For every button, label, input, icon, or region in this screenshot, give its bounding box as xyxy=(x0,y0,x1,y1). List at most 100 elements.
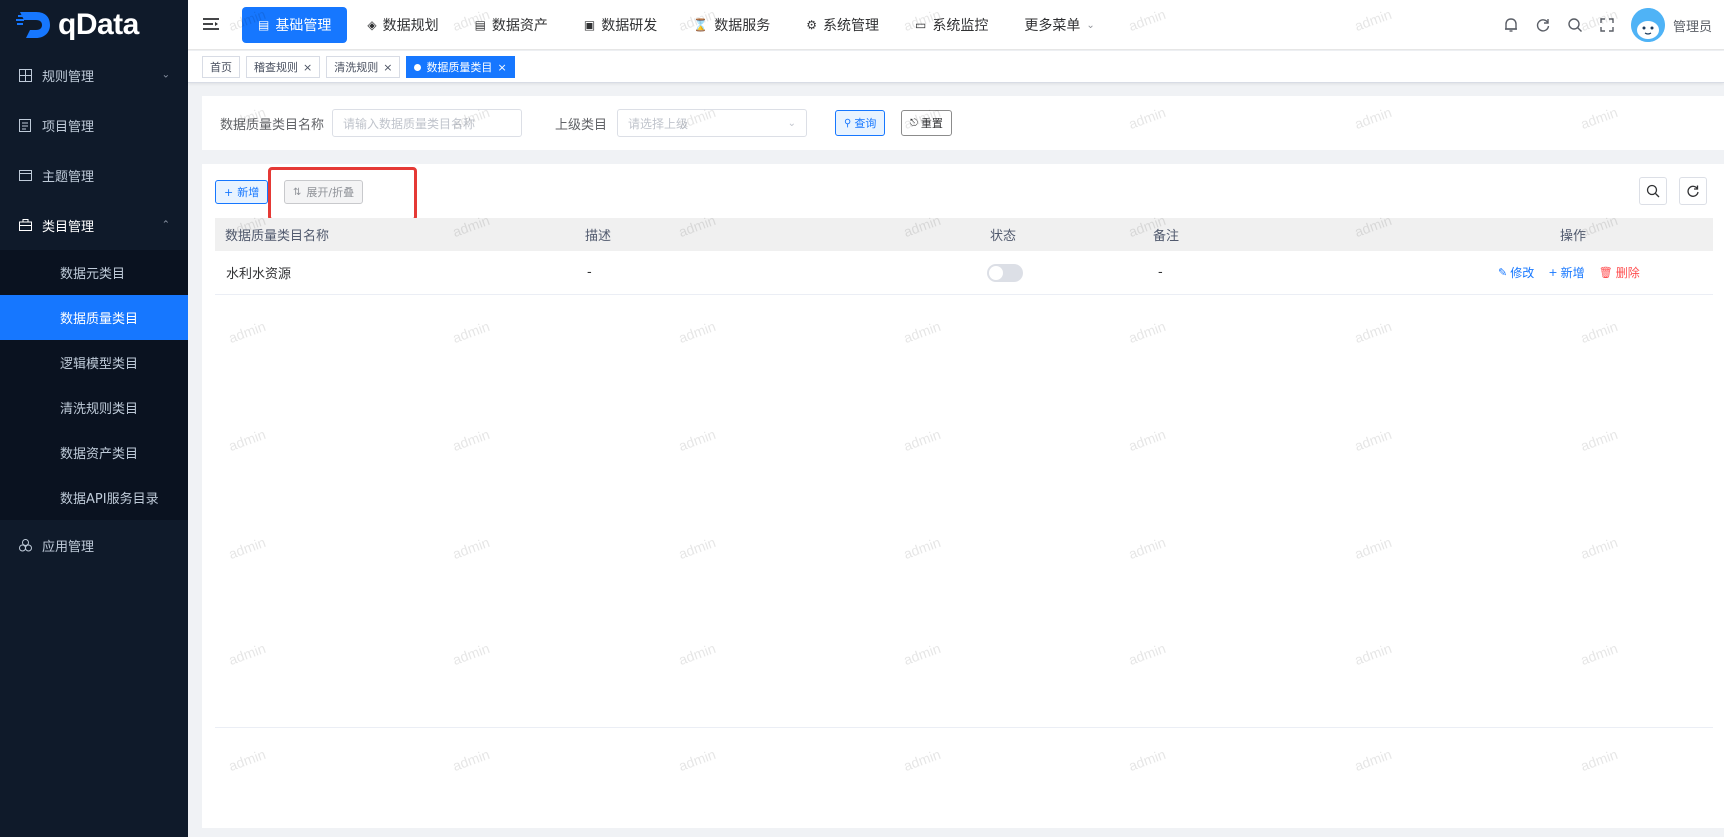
switch-knob xyxy=(989,265,1003,280)
tag-home[interactable]: 首页 xyxy=(202,56,240,78)
delete-button[interactable]: 🗑 删除 xyxy=(1599,264,1640,281)
plus-icon: + xyxy=(224,185,234,199)
search-icon[interactable] xyxy=(1565,15,1585,35)
sidebar-item-label: 主题管理 xyxy=(42,169,95,185)
topnav-data-services[interactable]: ⌛ 数据服务 xyxy=(677,7,786,43)
refresh-button[interactable] xyxy=(1679,177,1707,205)
cell-desc: - xyxy=(587,265,592,280)
topnav-data-planning[interactable]: ◈ 数据规划 xyxy=(351,7,454,43)
name-label: 数据质量类目名称 xyxy=(220,118,325,133)
document-icon xyxy=(18,118,32,132)
tag-data-quality-category[interactable]: 数据质量类目 × xyxy=(406,56,515,78)
active-dot-icon xyxy=(414,63,422,71)
topnav-system-monitor[interactable]: ▭ 系统监控 xyxy=(899,7,1004,43)
close-icon[interactable]: × xyxy=(303,61,312,74)
tag-audit-rules[interactable]: 稽查规则 × xyxy=(246,56,321,78)
table-divider xyxy=(215,727,1713,728)
refresh-icon xyxy=(1687,185,1699,197)
top-right-tools: 管理员 xyxy=(1489,0,1712,50)
add-label: 新增 xyxy=(237,186,260,199)
sidebar-item-rules[interactable]: 规则管理 ⌄ xyxy=(0,50,188,100)
cell-remark: - xyxy=(1158,265,1163,280)
tag-label: 数据质量类目 xyxy=(426,61,493,74)
parent-select[interactable]: 请选择上级 ⌄ xyxy=(617,109,807,137)
hourglass-icon: ⌛ xyxy=(693,18,709,32)
sidebar-item-label: 规则管理 xyxy=(42,69,95,85)
close-icon[interactable]: × xyxy=(497,61,506,74)
table-row: 水利水资源 - - ✎ 修改 + 新增 🗑 删除 xyxy=(215,251,1713,295)
topbar: ▤ 基础管理 ◈ 数据规划 ▤ 数据资产 ▣ 数据研发 ⌛ 数据服务 ⚙ 系统管… xyxy=(188,0,1724,50)
monitor-icon: ▭ xyxy=(914,18,927,32)
sidebar-subitem-logic-model[interactable]: 逻辑模型类目 xyxy=(0,340,188,385)
reset-icon: ⎋ xyxy=(910,117,918,129)
reset-button[interactable]: ⎋ 重置 xyxy=(901,110,952,136)
main-panel: + 新增 ⇅ 展开/折叠 数据质量类目名称 描述 状态 备注 操作 水利水资源 … xyxy=(202,164,1724,828)
topnav-label: 系统监控 xyxy=(932,18,989,34)
top-navigation: ▤ 基础管理 ◈ 数据规划 ▤ 数据资产 ▣ 数据研发 ⌛ 数据服务 ⚙ 系统管… xyxy=(242,6,1115,44)
avatar[interactable] xyxy=(1630,8,1665,42)
sidebar-item-apps[interactable]: 应用管理 xyxy=(0,520,188,570)
column-header: 状态 xyxy=(990,229,1017,244)
status-switch[interactable] xyxy=(987,263,1023,282)
sidebar-subitem-api-service[interactable]: 数据API服务目录 xyxy=(0,475,188,520)
search-icon xyxy=(1646,184,1660,198)
chevron-down-icon: ⌄ xyxy=(161,69,170,81)
sidebar-item-label: 项目管理 xyxy=(42,119,95,135)
column-header: 备注 xyxy=(1153,229,1180,244)
sidebar-subitem-data-element[interactable]: 数据元类目 xyxy=(0,250,188,295)
search-form: 数据质量类目名称 请输入数据质量类目名称 上级类目 请选择上级 ⌄ ⚲ 查询 ⎋… xyxy=(202,96,1724,150)
topnav-label: 数据研发 xyxy=(601,18,658,34)
column-header: 操作 xyxy=(1560,229,1587,244)
bell-icon[interactable] xyxy=(1501,15,1521,35)
toggle-search-button[interactable] xyxy=(1639,177,1667,205)
add-button[interactable]: + 新增 xyxy=(215,180,269,204)
layout-icon: ▤ xyxy=(258,18,270,32)
query-button[interactable]: ⚲ 查询 xyxy=(835,110,886,136)
sidebar-item-categories[interactable]: 类目管理 ⌃ xyxy=(0,200,188,250)
refresh-icon[interactable] xyxy=(1533,15,1553,35)
calendar-icon xyxy=(18,168,32,182)
search-icon: ⚲ xyxy=(844,117,852,129)
user-name[interactable]: 管理员 xyxy=(1673,16,1712,35)
tags-list: 首页 稽查规则 × 清洗规则 × 数据质量类目 × xyxy=(202,56,521,78)
fullscreen-icon[interactable] xyxy=(1597,15,1617,35)
topnav-more-menu[interactable]: 更多菜单 ⌄ xyxy=(1008,7,1110,43)
column-header: 描述 xyxy=(585,229,612,244)
sidebar-submenu: 数据元类目 数据质量类目 逻辑模型类目 清洗规则类目 数据资产类目 数据API服… xyxy=(0,250,188,520)
menu-fold-icon[interactable] xyxy=(202,15,220,33)
database-doc-icon: ▤ xyxy=(474,18,486,32)
name-search-input[interactable]: 请输入数据质量类目名称 xyxy=(332,109,522,137)
edit-label: 修改 xyxy=(1510,266,1535,280)
cell-name: 水利水资源 xyxy=(226,267,292,282)
tag-label: 清洗规则 xyxy=(334,61,379,74)
topnav-label: 系统管理 xyxy=(822,18,879,34)
edit-button[interactable]: ✎ 修改 xyxy=(1498,264,1534,281)
topnav-basic-management[interactable]: ▤ 基础管理 xyxy=(242,7,348,43)
tag-label: 首页 xyxy=(210,61,232,74)
sidebar-subitem-data-quality[interactable]: 数据质量类目 xyxy=(0,295,188,340)
close-icon[interactable]: × xyxy=(383,61,392,74)
add-child-button[interactable]: + 新增 xyxy=(1548,264,1584,281)
parent-select-placeholder: 请选择上级 xyxy=(628,116,689,131)
highlight-box xyxy=(268,167,417,221)
chevron-down-icon: ⌄ xyxy=(787,118,796,129)
add-child-label: 新增 xyxy=(1560,266,1585,280)
query-label: 查询 xyxy=(854,117,877,130)
cluster-icon xyxy=(18,538,32,552)
grid-icon xyxy=(18,68,32,82)
logo[interactable]: qData xyxy=(0,0,188,50)
sidebar-item-projects[interactable]: 项目管理 xyxy=(0,100,188,150)
edit-icon: ✎ xyxy=(1498,266,1508,279)
sidebar-item-topics[interactable]: 主题管理 xyxy=(0,150,188,200)
topnav-data-assets[interactable]: ▤ 数据资产 xyxy=(459,7,564,43)
qdata-logo-icon xyxy=(16,12,50,38)
sidebar-subitem-cleaning-rule[interactable]: 清洗规则类目 xyxy=(0,385,188,430)
topnav-system-management[interactable]: ⚙ 系统管理 xyxy=(790,7,895,43)
chevron-down-icon: ⌄ xyxy=(1086,19,1095,31)
tags-view: 首页 稽查规则 × 清洗规则 × 数据质量类目 × xyxy=(188,51,1724,83)
topnav-data-development[interactable]: ▣ 数据研发 xyxy=(568,7,673,43)
sidebar-subitem-data-asset[interactable]: 数据资产类目 xyxy=(0,430,188,475)
tag-cleaning-rules[interactable]: 清洗规则 × xyxy=(326,56,401,78)
plus-icon: + xyxy=(1548,266,1558,279)
topnav-label: 基础管理 xyxy=(275,18,332,34)
